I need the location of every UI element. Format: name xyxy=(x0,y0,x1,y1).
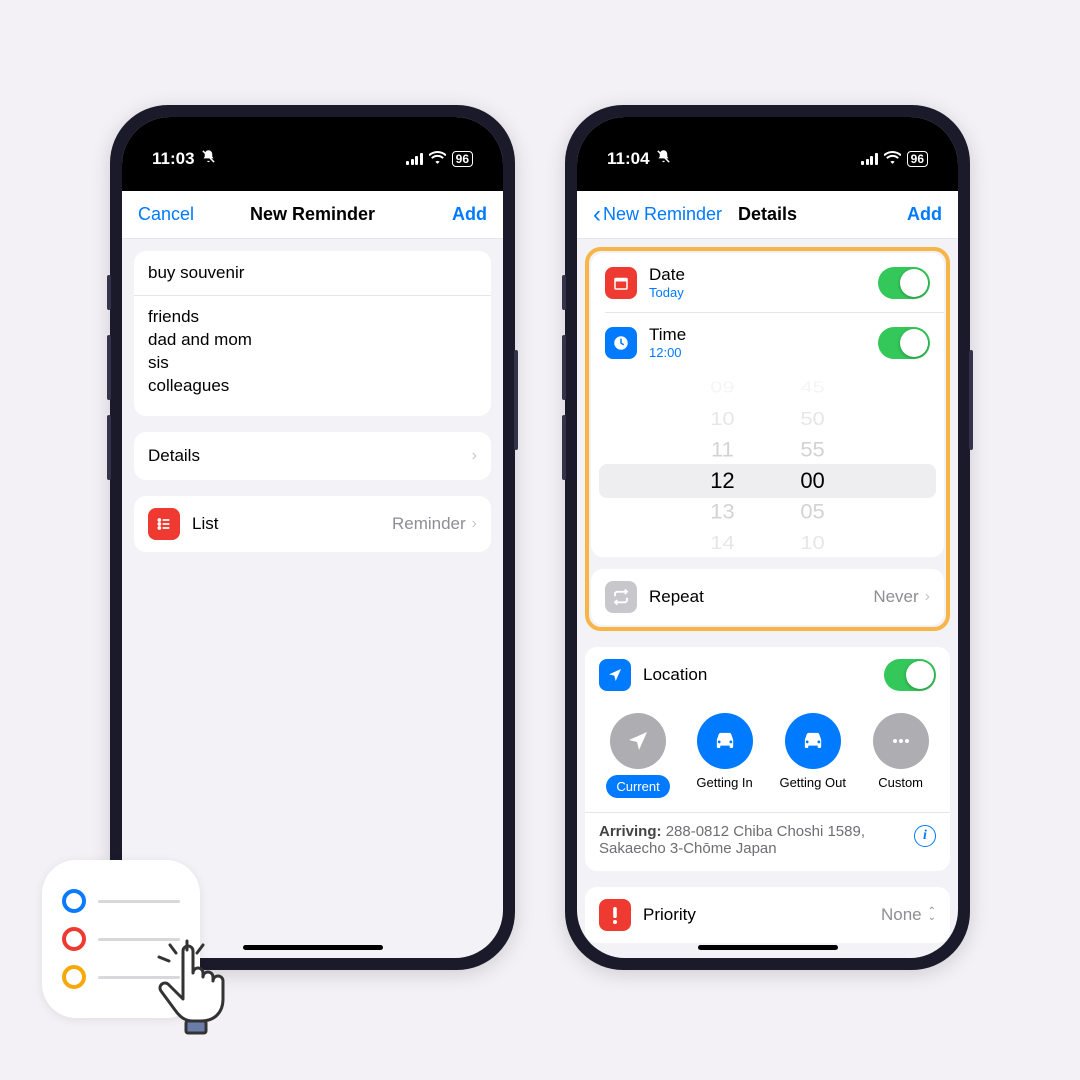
location-arrow-icon xyxy=(610,713,666,769)
bell-slash-icon xyxy=(201,149,216,169)
status-time: 11:04 xyxy=(607,149,650,169)
date-toggle[interactable] xyxy=(878,267,930,299)
add-button[interactable]: Add xyxy=(452,204,487,225)
time-value: 12:00 xyxy=(649,345,878,360)
clock-icon xyxy=(605,327,637,359)
dynamic-island xyxy=(250,119,375,155)
back-button[interactable]: ‹ New Reminder xyxy=(593,204,722,225)
date-label: Date xyxy=(649,265,878,285)
arriving-label: Arriving: xyxy=(599,823,662,840)
repeat-icon xyxy=(605,581,637,613)
list-bullet-icon xyxy=(148,508,180,540)
details-button[interactable]: Details › xyxy=(134,432,491,480)
info-icon[interactable]: i xyxy=(914,825,936,847)
dynamic-island xyxy=(705,119,830,155)
priority-value: None xyxy=(881,905,922,925)
location-current-label: Current xyxy=(606,775,669,798)
page-title: Details xyxy=(738,204,797,225)
list-button[interactable]: List Reminder › xyxy=(134,496,491,552)
location-in-label: Getting In xyxy=(696,775,752,790)
priority-button[interactable]: Priority None ⌃⌄ xyxy=(585,887,950,943)
battery-badge: 96 xyxy=(907,151,928,167)
location-out-label: Getting Out xyxy=(779,775,845,790)
ellipsis-icon xyxy=(873,713,929,769)
location-option-current[interactable]: Current xyxy=(606,713,669,798)
home-indicator[interactable] xyxy=(243,945,383,950)
add-button[interactable]: Add xyxy=(907,204,942,225)
page-title: New Reminder xyxy=(250,204,375,225)
minute-wheel[interactable]: 45 50 55 00 05 10 15 xyxy=(783,372,843,557)
location-custom-label: Custom xyxy=(878,775,923,790)
details-row-card: Details › xyxy=(134,432,491,480)
location-address-row[interactable]: Arriving: 288-0812 Chiba Choshi 1589, Sa… xyxy=(585,812,950,871)
location-row[interactable]: Location xyxy=(585,647,950,703)
battery-badge: 96 xyxy=(452,151,473,167)
time-row[interactable]: Time 12:00 xyxy=(591,313,944,372)
details-label: Details xyxy=(148,446,200,466)
phone-mockup-right: 11:04 96 ‹ New Reminder Details Add xyxy=(565,105,970,970)
back-label: New Reminder xyxy=(603,204,722,225)
priority-exclamation-icon xyxy=(599,899,631,931)
wifi-icon xyxy=(884,149,901,169)
highlighted-section: Date Today Time 12:00 xyxy=(585,247,950,631)
cancel-button[interactable]: Cancel xyxy=(138,204,194,225)
time-label: Time xyxy=(649,325,878,345)
reminder-text-card: buy souvenir friends dad and mom sis col… xyxy=(134,251,491,416)
location-toggle[interactable] xyxy=(884,659,936,691)
priority-label: Priority xyxy=(643,905,696,925)
bell-slash-icon xyxy=(656,149,671,169)
repeat-label: Repeat xyxy=(649,587,704,607)
status-time: 11:03 xyxy=(152,149,195,169)
location-option-custom[interactable]: Custom xyxy=(873,713,929,798)
up-down-chevron-icon: ⌃⌄ xyxy=(928,909,936,921)
nav-bar: ‹ New Reminder Details Add xyxy=(577,191,958,239)
location-option-getting-out[interactable]: Getting Out xyxy=(779,713,845,798)
repeat-button[interactable]: Repeat Never › xyxy=(591,569,944,625)
chevron-right-icon: › xyxy=(925,588,930,606)
location-label: Location xyxy=(643,665,707,685)
phone-mockup-left: 11:03 96 Cancel New Reminder Add buy sou… xyxy=(110,105,515,970)
repeat-value: Never xyxy=(873,587,918,607)
car-icon xyxy=(785,713,841,769)
nav-bar: Cancel New Reminder Add xyxy=(122,191,503,239)
hour-wheel[interactable]: 09 10 11 12 13 14 15 xyxy=(692,372,752,557)
list-value: Reminder xyxy=(392,514,466,534)
home-indicator[interactable] xyxy=(698,945,838,950)
signal-icon xyxy=(406,153,423,165)
signal-icon xyxy=(861,153,878,165)
pointer-hand-icon xyxy=(145,937,235,1042)
date-row[interactable]: Date Today xyxy=(591,253,944,312)
date-value: Today xyxy=(649,285,878,300)
reminder-notes-input[interactable]: friends dad and mom sis colleagues xyxy=(134,295,491,416)
list-row-card: List Reminder › xyxy=(134,496,491,552)
car-icon xyxy=(697,713,753,769)
time-picker[interactable]: 09 10 11 12 13 14 15 45 50 55 00 xyxy=(591,372,944,557)
wifi-icon xyxy=(429,149,446,169)
chevron-right-icon: › xyxy=(472,447,477,465)
chevron-right-icon: › xyxy=(472,515,477,533)
calendar-icon xyxy=(605,267,637,299)
location-option-getting-in[interactable]: Getting In xyxy=(696,713,752,798)
location-arrow-icon xyxy=(599,659,631,691)
reminder-title-input[interactable]: buy souvenir xyxy=(134,251,491,295)
list-label: List xyxy=(192,514,218,534)
time-toggle[interactable] xyxy=(878,327,930,359)
